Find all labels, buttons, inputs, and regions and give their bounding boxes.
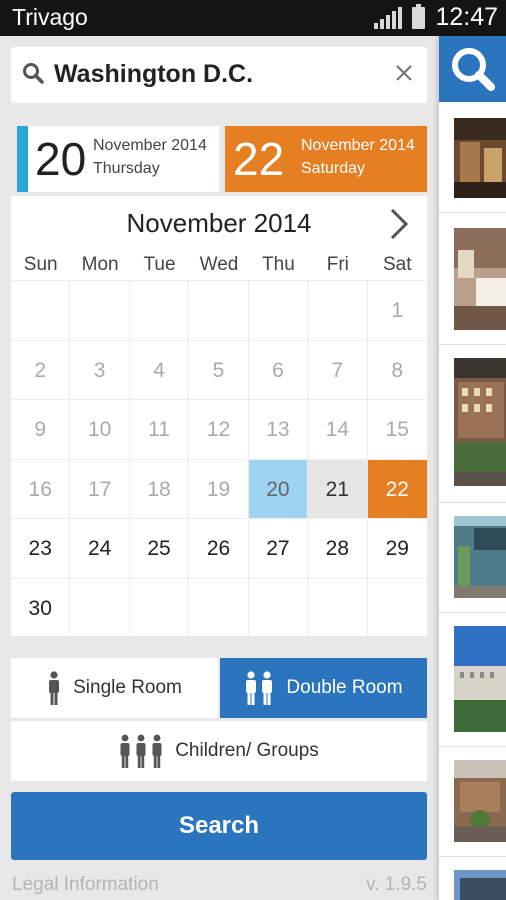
calendar-month-title: November 2014 <box>126 208 312 238</box>
checkout-date[interactable]: 22 November 2014 Saturday <box>225 126 427 192</box>
calendar-day-19: 19 <box>189 458 249 518</box>
search-icon <box>23 63 44 84</box>
calendar-day-18: 18 <box>129 458 190 518</box>
checkin-date[interactable]: 20 November 2014 Thursday <box>17 126 219 192</box>
calendar-empty-cell <box>70 577 130 637</box>
calendar-day-5: 5 <box>189 339 249 399</box>
calendar-day-25[interactable]: 25 <box>129 518 190 578</box>
destination-search-field[interactable]: Washington D.C. <box>11 47 427 103</box>
group-people-icon <box>120 734 162 768</box>
search-panel: Washington D.C. 20 November 2014 Thursda… <box>0 36 438 900</box>
weekday-label: Thu <box>262 254 295 275</box>
single-room-label: Single Room <box>73 677 182 698</box>
search-icon <box>452 48 495 91</box>
calendar-empty-cell <box>129 577 190 637</box>
calendar-day-28[interactable]: 28 <box>308 518 368 578</box>
hotel-thumbnail[interactable] <box>454 760 506 842</box>
calendar-empty-cell <box>308 280 368 340</box>
weekday-label: Fri <box>326 254 349 275</box>
calendar-day-16: 16 <box>11 458 71 518</box>
hotel-thumbnail[interactable] <box>454 626 506 732</box>
single-person-icon <box>49 671 60 705</box>
weekday-label: Wed <box>199 254 239 275</box>
calendar-empty-cell <box>11 280 71 340</box>
calendar-day-13: 13 <box>248 399 309 459</box>
calendar-day-24[interactable]: 24 <box>70 518 130 578</box>
weekday-label: Sat <box>382 254 412 275</box>
checkin-day: 20 <box>35 133 87 185</box>
calendar-day-30[interactable]: 30 <box>11 577 71 637</box>
hotel-thumbnail[interactable] <box>454 870 506 900</box>
two-people-icon <box>246 671 273 705</box>
destination-text[interactable]: Washington D.C. <box>54 60 253 89</box>
calendar-day-6: 6 <box>248 339 309 399</box>
calendar-day-29[interactable]: 29 <box>367 518 427 578</box>
calendar-day-12: 12 <box>189 399 249 459</box>
signal-icon <box>374 6 403 29</box>
calendar-day-11: 11 <box>129 399 190 459</box>
clear-icon[interactable] <box>391 60 417 86</box>
checkout-weekday: Saturday <box>301 160 366 177</box>
status-bar: Trivago 12:47 <box>0 0 506 36</box>
hotel-thumbnail[interactable] <box>454 516 506 598</box>
calendar-day-14: 14 <box>308 399 368 459</box>
calendar: November 2014 Sun Mon Tue Wed Thu Fri Sat 1234… <box>11 196 427 638</box>
calendar-day-26[interactable]: 26 <box>189 518 249 578</box>
calendar-day-7: 7 <box>308 339 368 399</box>
calendar-empty-cell <box>70 280 130 340</box>
weekday-label: Sun <box>23 254 58 275</box>
search-button[interactable]: Search <box>11 792 427 860</box>
calendar-day-23[interactable]: 23 <box>11 518 71 578</box>
weekday-header-row: Sun Mon Tue Wed Thu Fri Sat <box>11 254 427 276</box>
checkin-month: November 2014 <box>93 137 207 154</box>
checkout-day: 22 <box>233 133 285 185</box>
status-app-name: Trivago <box>12 4 88 30</box>
hotel-thumbnail[interactable] <box>454 358 506 486</box>
calendar-day-15: 15 <box>367 399 427 459</box>
chevron-right-icon[interactable] <box>387 206 411 242</box>
hotel-thumbnail[interactable] <box>454 228 506 330</box>
checkin-weekday: Thursday <box>93 160 160 177</box>
weekday-label: Tue <box>143 254 176 275</box>
double-room-label: Double Room <box>286 677 403 698</box>
checkout-month: November 2014 <box>301 137 415 154</box>
calendar-day-1: 1 <box>367 280 427 340</box>
calendar-day-20[interactable]: 20 <box>248 458 309 518</box>
calendar-empty-cell <box>129 280 190 340</box>
calendar-day-22[interactable]: 22 <box>367 458 427 518</box>
calendar-day-21[interactable]: 21 <box>308 458 368 518</box>
hotel-results-drawer[interactable] <box>438 36 506 900</box>
single-room-button[interactable]: Single Room <box>11 658 218 718</box>
results-search-button[interactable] <box>439 36 506 102</box>
children-groups-button[interactable]: Children/ Groups <box>11 721 427 781</box>
weekday-label: Mon <box>81 254 119 275</box>
calendar-empty-cell <box>248 280 309 340</box>
calendar-day-17: 17 <box>70 458 130 518</box>
calendar-day-2: 2 <box>11 339 71 399</box>
children-groups-label: Children/ Groups <box>175 740 319 761</box>
calendar-day-10: 10 <box>70 399 130 459</box>
calendar-empty-cell <box>248 577 309 637</box>
calendar-empty-cell <box>367 577 427 638</box>
app-version: v. 1.9.5 <box>366 874 427 895</box>
legal-information-link[interactable]: Legal Information <box>12 874 159 896</box>
calendar-empty-cell <box>308 577 368 637</box>
battery-icon <box>412 3 426 29</box>
calendar-day-3: 3 <box>70 339 130 399</box>
status-time: 12:47 <box>435 3 498 31</box>
calendar-day-27[interactable]: 27 <box>248 518 309 578</box>
calendar-day-9: 9 <box>11 399 71 459</box>
calendar-empty-cell <box>189 577 249 637</box>
hotel-thumbnail[interactable] <box>454 118 506 198</box>
calendar-empty-cell <box>189 280 249 340</box>
double-room-button[interactable]: Double Room <box>220 658 427 718</box>
calendar-day-4: 4 <box>129 339 190 399</box>
calendar-day-8: 8 <box>367 339 427 400</box>
